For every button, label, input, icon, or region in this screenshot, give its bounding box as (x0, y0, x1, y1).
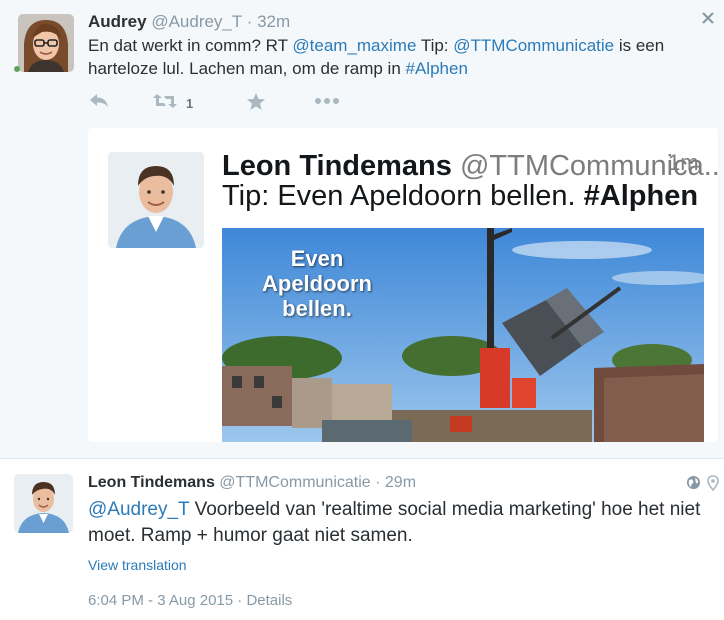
tweet-header: Audrey @Audrey_T · 32m (88, 12, 290, 32)
tweet-text: En dat werkt in comm? RT @team_maxime Ti… (88, 34, 708, 80)
more-button[interactable] (314, 92, 340, 115)
photo-caption: Even Apeldoorn bellen. (262, 246, 372, 321)
card-photo: Even Apeldoorn bellen. (222, 228, 704, 442)
retweet-icon (152, 92, 178, 115)
card-author: Leon Tindemans @TTMCommunica... (222, 150, 718, 183)
card-author-name: Leon Tindemans (222, 150, 452, 182)
favorite-button[interactable] (246, 92, 266, 116)
tweet2-meta-icons (686, 475, 719, 496)
tweet-time[interactable]: 29m (385, 474, 416, 491)
card-text-body: Tip: Even Apeldoorn bellen. (222, 180, 584, 212)
more-icon (314, 92, 340, 115)
separator: · (370, 474, 385, 491)
mention-team-maxime[interactable]: @team_maxime (292, 36, 416, 55)
card-text: Tip: Even Apeldoorn bellen. #Alphen (222, 180, 698, 213)
view-translation-link[interactable]: View translation (88, 557, 187, 573)
separator: · (241, 12, 258, 31)
retweet-button[interactable]: 1 (152, 92, 193, 115)
close-icon[interactable] (700, 10, 716, 26)
tweet-timestamp[interactable]: 6:04 PM - 3 Aug 2015 (88, 592, 233, 609)
card-hashtag: #Alphen (583, 180, 699, 212)
avatar-leon[interactable] (14, 474, 73, 533)
tweet2-header: Leon Tindemans @TTMCommunicatie · 29m (88, 474, 416, 492)
tweet2-footer: 6:04 PM - 3 Aug 2015 · Details (88, 592, 292, 609)
media-card[interactable]: Leon Tindemans @TTMCommunica... 1m Tip: … (88, 128, 718, 442)
author-name[interactable]: Leon Tindemans (88, 474, 215, 491)
online-indicator (14, 66, 20, 72)
retweet-count: 1 (186, 96, 194, 111)
avatar-leon-card (108, 152, 204, 248)
card-time: 1m (668, 150, 699, 175)
mention-ttmcommunicatie[interactable]: @TTMCommunicatie (453, 36, 614, 55)
tweet-time[interactable]: 32m (257, 12, 290, 31)
tweet-actions: 1 (88, 92, 388, 114)
mention-audrey[interactable]: @Audrey_T (88, 499, 189, 520)
globe-icon[interactable] (686, 475, 701, 496)
author-handle[interactable]: @TTMCommunicatie (219, 474, 370, 491)
favorite-icon (246, 92, 266, 116)
reply-button[interactable] (88, 92, 110, 115)
author-handle[interactable]: @Audrey_T (151, 12, 242, 31)
tweet-audrey: Audrey @Audrey_T · 32m En dat werkt in c… (0, 0, 724, 459)
text-segment: Tip: (416, 36, 454, 55)
separator: · (233, 592, 247, 609)
hashtag-alphen[interactable]: #Alphen (406, 59, 468, 78)
details-link[interactable]: Details (246, 592, 292, 609)
tweet2-text: @Audrey_T Voorbeeld van 'realtime social… (88, 497, 708, 549)
text-segment: En dat werkt in comm? RT (88, 36, 293, 55)
reply-icon (88, 92, 110, 115)
author-name[interactable]: Audrey (88, 12, 147, 31)
location-icon[interactable] (707, 475, 719, 496)
avatar-audrey[interactable] (18, 14, 74, 72)
tweet-leon: Leon Tindemans @TTMCommunicatie · 29m @A… (0, 459, 724, 620)
